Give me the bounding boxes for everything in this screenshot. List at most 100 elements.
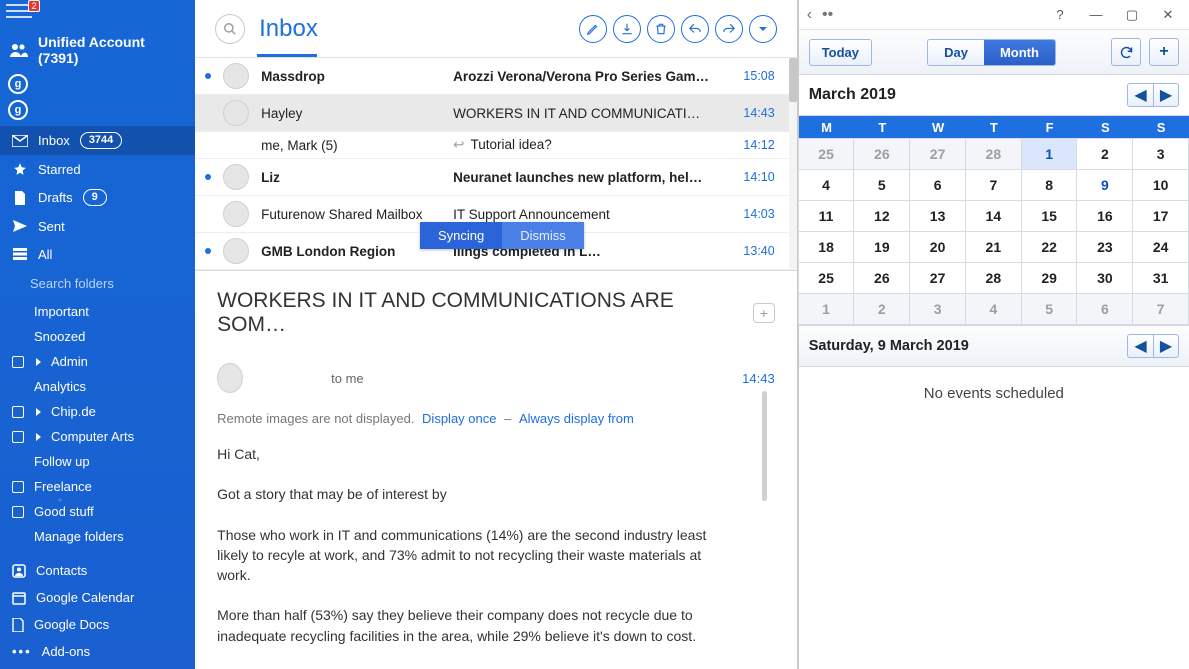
folder-freelance[interactable]: Freelance (0, 474, 195, 499)
calendar-day[interactable]: 1 (798, 293, 855, 325)
nav-all[interactable]: All (0, 240, 195, 268)
calendar-day[interactable]: 4 (798, 169, 855, 201)
always-display-link[interactable]: Always display from (519, 411, 634, 426)
search-button[interactable] (215, 14, 245, 44)
sync-toast-dismiss[interactable]: Dismiss (502, 222, 584, 249)
month-next[interactable]: ▶ (1153, 83, 1179, 107)
add-event-button[interactable]: + (1149, 38, 1179, 66)
folder-analytics[interactable]: Analytics (0, 374, 195, 399)
calendar-day[interactable]: 10 (1132, 169, 1189, 201)
overflow-icon[interactable]: •• (822, 6, 833, 24)
calendar-day[interactable]: 16 (1076, 200, 1133, 232)
nav-inbox[interactable]: Inbox 3744 (0, 126, 195, 155)
search-folders-link[interactable]: Search folders (0, 268, 195, 299)
more-button[interactable] (749, 15, 777, 43)
reader-scrollbar[interactable] (762, 391, 767, 501)
calendar-day[interactable]: 15 (1021, 200, 1078, 232)
calendar-day[interactable]: 9 (1076, 169, 1133, 201)
checkbox-icon[interactable] (12, 481, 24, 493)
month-prev[interactable]: ◀ (1127, 83, 1153, 107)
calendar-day[interactable]: 24 (1132, 231, 1189, 263)
view-day[interactable]: Day (928, 40, 984, 65)
link-google-docs[interactable]: Google Docs (0, 611, 195, 638)
calendar-day[interactable]: 3 (1132, 138, 1189, 170)
hamburger-menu[interactable]: 2 (0, 0, 195, 22)
display-once-link[interactable]: Display once (422, 411, 496, 426)
folder-followup[interactable]: Follow up (0, 449, 195, 474)
folder-computerarts[interactable]: Computer Arts (0, 424, 195, 449)
calendar-day[interactable]: 25 (798, 138, 855, 170)
day-prev[interactable]: ◀ (1127, 334, 1153, 358)
reply-button[interactable] (681, 15, 709, 43)
archive-button[interactable] (613, 15, 641, 43)
calendar-day[interactable]: 27 (909, 138, 966, 170)
day-next[interactable]: ▶ (1153, 334, 1179, 358)
calendar-day[interactable]: 2 (853, 293, 910, 325)
calendar-day[interactable]: 8 (1021, 169, 1078, 201)
calendar-day[interactable]: 19 (853, 231, 910, 263)
link-addons[interactable]: •••Add-ons (0, 638, 195, 665)
calendar-day[interactable]: 31 (1132, 262, 1189, 294)
folder-snoozed[interactable]: Snoozed (0, 324, 195, 349)
message-row[interactable]: HayleyWORKERS IN IT AND COMMUNICATI…14:4… (195, 95, 797, 132)
window-close[interactable]: ✕ (1155, 4, 1181, 26)
calendar-day[interactable]: 28 (965, 262, 1022, 294)
calendar-day[interactable]: 30 (1076, 262, 1133, 294)
manage-folders[interactable]: Manage folders (0, 524, 195, 549)
delete-button[interactable] (647, 15, 675, 43)
help-button[interactable]: ? (1047, 4, 1073, 26)
calendar-day[interactable]: 12 (853, 200, 910, 232)
unified-account[interactable]: Unified Account (7391) (0, 22, 195, 74)
calendar-day[interactable]: 22 (1021, 231, 1078, 263)
google-account-1-icon[interactable]: g (8, 74, 28, 94)
message-list-scrollbar[interactable] (789, 58, 797, 270)
folder-important[interactable]: Important (0, 299, 195, 324)
message-row[interactable]: MassdropArozzi Verona/Verona Pro Series … (195, 58, 797, 95)
link-contacts[interactable]: Contacts (0, 557, 195, 584)
folder-goodstuff[interactable]: Good stuff (0, 499, 195, 524)
calendar-day[interactable]: 3 (909, 293, 966, 325)
folder-chipde[interactable]: Chip.de (0, 399, 195, 424)
window-maximize[interactable]: ▢ (1119, 4, 1145, 26)
calendar-day[interactable]: 6 (909, 169, 966, 201)
checkbox-icon[interactable] (12, 506, 24, 518)
nav-sent[interactable]: Sent (0, 212, 195, 240)
checkbox-icon[interactable] (12, 431, 24, 443)
checkbox-icon[interactable] (12, 406, 24, 418)
link-google-calendar[interactable]: Google Calendar (0, 584, 195, 611)
calendar-day[interactable]: 14 (965, 200, 1022, 232)
view-month[interactable]: Month (984, 40, 1055, 65)
calendar-day[interactable]: 20 (909, 231, 966, 263)
calendar-day[interactable]: 18 (798, 231, 855, 263)
calendar-day[interactable]: 4 (965, 293, 1022, 325)
back-icon[interactable]: ‹ (807, 6, 812, 24)
calendar-day[interactable]: 27 (909, 262, 966, 294)
window-minimize[interactable]: — (1083, 4, 1109, 26)
google-account-2-icon[interactable]: g (8, 100, 28, 120)
reader-expand-button[interactable]: + (753, 303, 775, 323)
calendar-day[interactable]: 11 (798, 200, 855, 232)
calendar-day[interactable]: 13 (909, 200, 966, 232)
checkbox-icon[interactable] (12, 356, 24, 368)
calendar-day[interactable]: 5 (1021, 293, 1078, 325)
today-button[interactable]: Today (809, 39, 872, 66)
calendar-day[interactable]: 1 (1021, 138, 1078, 170)
nav-starred[interactable]: Starred (0, 155, 195, 183)
calendar-day[interactable]: 2 (1076, 138, 1133, 170)
calendar-day[interactable]: 17 (1132, 200, 1189, 232)
calendar-day[interactable]: 7 (965, 169, 1022, 201)
forward-button[interactable] (715, 15, 743, 43)
calendar-day[interactable]: 5 (853, 169, 910, 201)
message-row[interactable]: LizNeuranet launches new platform, hel…1… (195, 159, 797, 196)
folder-admin[interactable]: Admin (0, 349, 195, 374)
message-row[interactable]: me, Mark (5)↩Tutorial idea?14:12 (195, 132, 797, 159)
calendar-day[interactable]: 21 (965, 231, 1022, 263)
calendar-day[interactable]: 28 (965, 138, 1022, 170)
compose-button[interactable] (579, 15, 607, 43)
calendar-day[interactable]: 29 (1021, 262, 1078, 294)
calendar-day[interactable]: 6 (1076, 293, 1133, 325)
calendar-day[interactable]: 23 (1076, 231, 1133, 263)
calendar-day[interactable]: 25 (798, 262, 855, 294)
nav-drafts[interactable]: Drafts 9 (0, 183, 195, 212)
calendar-day[interactable]: 26 (853, 138, 910, 170)
